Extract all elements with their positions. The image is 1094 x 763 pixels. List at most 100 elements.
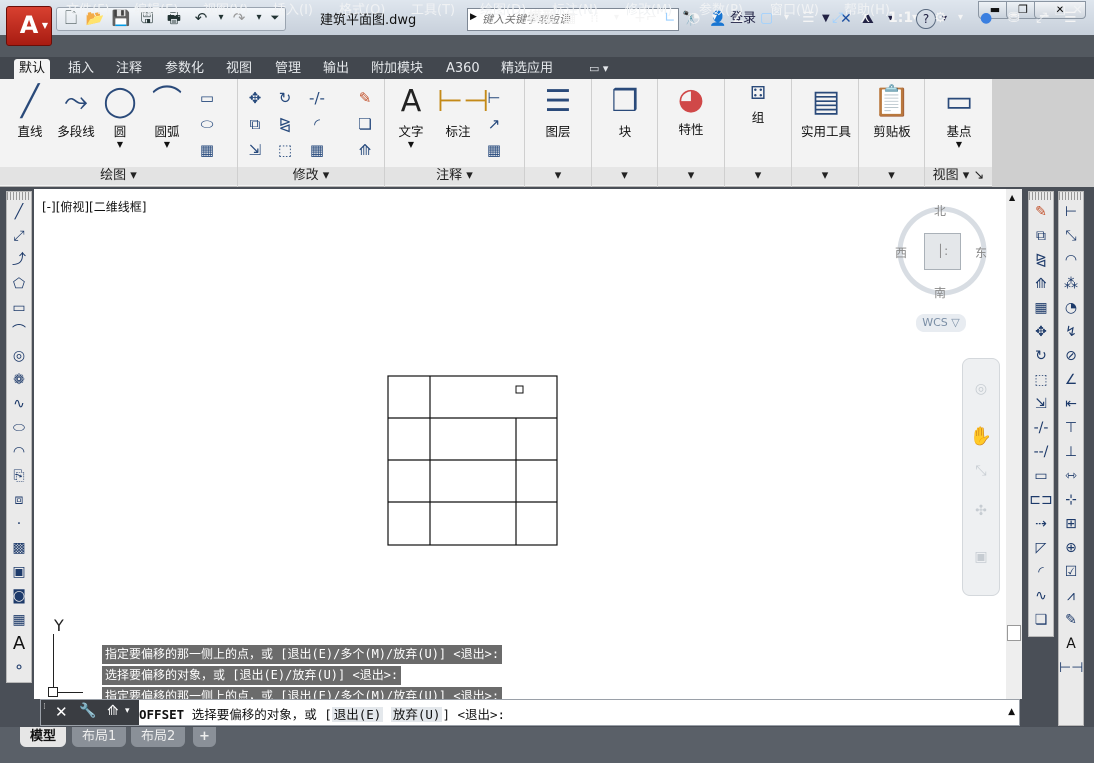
ellipse-arc-icon[interactable]: ◠ bbox=[7, 440, 31, 464]
quick-dimension-icon[interactable]: ⇤ bbox=[1059, 392, 1083, 416]
erase-icon[interactable]: ✎ bbox=[1029, 200, 1053, 224]
arc-length-icon[interactable]: ◠ bbox=[1059, 248, 1083, 272]
fillet-icon[interactable]: ◜ bbox=[306, 113, 328, 135]
utilities-panel-expand[interactable]: ▾ bbox=[792, 167, 858, 185]
polyline-icon[interactable]: ⤴ bbox=[7, 248, 31, 272]
viewcube[interactable]: 北 南 东 西 │: WCS ▽ bbox=[890, 198, 996, 336]
polar-tracking-icon[interactable]: ◔ bbox=[688, 8, 700, 28]
tab-a360[interactable]: A360 bbox=[441, 59, 485, 79]
rectangle-icon[interactable]: ▭ bbox=[196, 87, 218, 109]
fillet-icon[interactable]: ◜ bbox=[1029, 560, 1053, 584]
group-tool[interactable]: ⚃ 组 bbox=[733, 81, 783, 126]
command-history-expand-icon[interactable]: ▲ bbox=[1008, 707, 1015, 717]
hatch-icon[interactable]: ⬭ bbox=[196, 113, 218, 135]
hardware-acceleration-icon[interactable]: ⛃ bbox=[1008, 8, 1020, 28]
continue-dimension-icon[interactable]: ⊥ bbox=[1059, 440, 1083, 464]
line-icon[interactable]: ╱ bbox=[7, 200, 31, 224]
command-line-grip[interactable]: ⁞ bbox=[43, 702, 46, 712]
extend-icon[interactable]: --/ bbox=[1029, 440, 1053, 464]
dimension-space-icon[interactable]: ⇿ bbox=[1059, 464, 1083, 488]
circle-icon[interactable]: ◎ bbox=[7, 344, 31, 368]
mirror-icon[interactable]: ⧎ bbox=[274, 113, 296, 135]
help-icon[interactable]: ? bbox=[916, 9, 936, 29]
ribbon-display-toggle-icon[interactable]: ▭ ▾ bbox=[584, 59, 613, 79]
annotation-visibility-icon[interactable]: ⋏ bbox=[860, 8, 870, 28]
region-icon[interactable]: ◙ bbox=[7, 584, 31, 608]
tab-output[interactable]: 输出 bbox=[318, 59, 354, 79]
gradient-icon[interactable]: ▦ bbox=[196, 139, 218, 161]
baseline-dimension-icon[interactable]: ⊤ bbox=[1059, 416, 1083, 440]
aligned-dimension-icon[interactable]: ⤡ bbox=[1059, 224, 1083, 248]
clean-screen-icon[interactable]: ⤢ bbox=[1036, 8, 1047, 28]
modify-panel-title[interactable]: 修改 ▾ bbox=[238, 167, 384, 185]
workspace-gear-icon[interactable]: ⚙ bbox=[934, 8, 947, 28]
ortho-icon[interactable]: ∟ bbox=[664, 8, 676, 28]
circle-tool[interactable]: ◯ 圆 ▼ bbox=[100, 85, 140, 150]
tab-default[interactable]: 默认 bbox=[14, 59, 51, 79]
menu-draw[interactable]: 绘图(D) bbox=[480, 3, 526, 21]
array-icon[interactable]: ▦ bbox=[306, 139, 328, 161]
explode-icon[interactable]: ❏ bbox=[1029, 608, 1053, 632]
tab-addins[interactable]: 附加模块 bbox=[366, 59, 428, 79]
angular-dimension-icon[interactable]: ∠ bbox=[1059, 368, 1083, 392]
viewcube-top-face[interactable]: │: bbox=[924, 233, 961, 270]
dynamic-ucs-icon[interactable]: ⤢ bbox=[832, 8, 843, 28]
text-tool[interactable]: A 文字 ▼ bbox=[391, 85, 431, 150]
menu-file[interactable]: 文件(F) bbox=[66, 3, 110, 21]
jogged-dimension-icon[interactable]: ↯ bbox=[1059, 320, 1083, 344]
wrench-icon[interactable]: 🔧 bbox=[79, 703, 96, 719]
mirror-icon[interactable]: ⧎ bbox=[1029, 248, 1053, 272]
arc-tool[interactable]: ⌒ 圆弧 ▼ bbox=[145, 85, 189, 150]
tab-featured-apps[interactable]: 精选应用 bbox=[496, 59, 558, 79]
toolbar-grip[interactable] bbox=[1059, 192, 1083, 200]
search-expand-icon[interactable]: ▶ bbox=[470, 12, 477, 22]
mtext-icon[interactable]: A bbox=[7, 632, 31, 656]
save-icon[interactable]: 💾 bbox=[110, 8, 132, 28]
isolate-objects-icon[interactable]: ● bbox=[980, 8, 992, 28]
break-at-point-icon[interactable]: ▭ bbox=[1029, 464, 1053, 488]
tolerance-icon[interactable]: ⊞ bbox=[1059, 512, 1083, 536]
jogged-linear-icon[interactable]: ⩘ bbox=[1059, 584, 1083, 608]
scale-dropdown-icon[interactable]: ▾ bbox=[912, 8, 917, 28]
dimension-text-edit-icon[interactable]: A bbox=[1059, 632, 1083, 656]
command-option-undo[interactable]: 放弃(U) bbox=[390, 707, 443, 722]
wcs-menu[interactable]: WCS ▽ bbox=[916, 314, 966, 332]
application-menu-button[interactable]: A ▼ bbox=[6, 6, 52, 46]
utilities-tool[interactable]: ▤ 实用工具 bbox=[796, 85, 856, 140]
object-snap-icon[interactable]: ▢ bbox=[760, 8, 773, 28]
orbit-icon[interactable]: ✣ bbox=[969, 499, 993, 523]
linear-dimension-icon[interactable]: ⊢ bbox=[483, 87, 505, 109]
clipboard-panel-expand[interactable]: ▾ bbox=[859, 167, 924, 185]
annotation-scale[interactable]: 1:1 bbox=[888, 8, 913, 28]
annotation-panel-title[interactable]: 注释 ▾ bbox=[385, 167, 524, 185]
grid-icon[interactable]: ▦ bbox=[563, 8, 576, 28]
compass-east[interactable]: 东 bbox=[975, 244, 987, 261]
array-icon[interactable]: ▦ bbox=[1029, 296, 1053, 320]
radius-dimension-icon[interactable]: ◔ bbox=[1059, 296, 1083, 320]
make-block-icon[interactable]: ⧈ bbox=[7, 488, 31, 512]
move-icon[interactable]: ✥ bbox=[1029, 320, 1053, 344]
rectangle-icon[interactable]: ▭ bbox=[7, 296, 31, 320]
dimension-break-icon[interactable]: ⊹ bbox=[1059, 488, 1083, 512]
tab-insert[interactable]: 插入 bbox=[63, 59, 99, 79]
layout-tab-layout1[interactable]: 布局1 bbox=[72, 727, 127, 747]
compass-west[interactable]: 西 bbox=[895, 244, 907, 261]
steering-wheel-icon[interactable]: ◎ bbox=[969, 377, 993, 401]
pan-icon[interactable]: ✋ bbox=[969, 425, 993, 449]
basepoint-tool[interactable]: ▭ 基点 ▼ bbox=[933, 85, 985, 150]
explode-icon[interactable]: ❏ bbox=[354, 113, 376, 135]
hatch-icon[interactable]: ▩ bbox=[7, 536, 31, 560]
snap-dropdown-icon[interactable]: ▾ bbox=[614, 8, 619, 28]
add-selected-icon[interactable]: ⚬ bbox=[7, 656, 31, 680]
stretch-icon[interactable]: ⇲ bbox=[1029, 392, 1053, 416]
rotate-icon[interactable]: ↻ bbox=[1029, 344, 1053, 368]
menu-view[interactable]: 视图(V) bbox=[203, 3, 248, 21]
close-icon[interactable]: ✕ bbox=[55, 703, 68, 721]
compass-south[interactable]: 南 bbox=[934, 284, 946, 301]
toolbar-grip[interactable] bbox=[1029, 192, 1053, 200]
dimension-update-icon[interactable]: ⊢⊣ bbox=[1059, 656, 1083, 680]
layout-tab-model[interactable]: 模型 bbox=[20, 727, 67, 747]
scale-icon[interactable]: ⬚ bbox=[1029, 368, 1053, 392]
isometric-icon[interactable]: ∠ bbox=[732, 8, 745, 28]
table-icon[interactable]: ▦ bbox=[7, 608, 31, 632]
